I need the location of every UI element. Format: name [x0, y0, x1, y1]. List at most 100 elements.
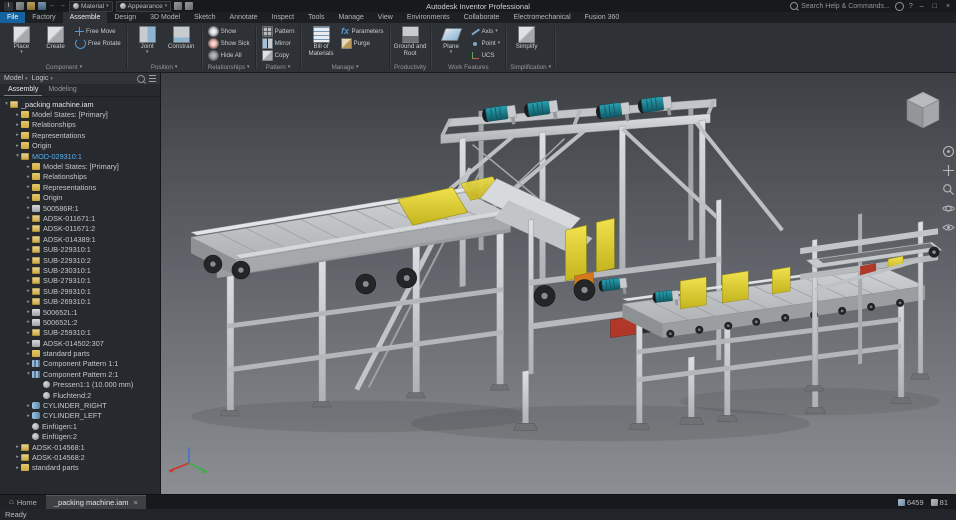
tree-item[interactable]: Einfügen:1 — [0, 421, 160, 431]
expander-icon[interactable]: ▸ — [14, 454, 21, 460]
tree-item[interactable]: ▸ SUB-229310:1 — [0, 244, 160, 254]
tree-item[interactable]: ▸ Component Pattern 1:1 — [0, 359, 160, 369]
expander-icon[interactable]: ▸ — [25, 267, 32, 273]
navigation-wheel-icon[interactable] — [942, 145, 955, 158]
group-label-position[interactable]: Position ▾ — [131, 62, 198, 72]
expander-icon[interactable]: ▸ — [25, 195, 32, 201]
appearance-select[interactable]: Appearance — [115, 0, 172, 12]
tree-item[interactable]: ▸ ADSK-011671:1 — [0, 213, 160, 223]
tab-3d-model[interactable]: 3D Model — [143, 12, 187, 23]
tree-item[interactable]: ▸ CYLINDER_RIGHT — [0, 400, 160, 410]
tree-item[interactable]: ▸ SUB-299310:1 — [0, 286, 160, 296]
tab-design[interactable]: Design — [107, 12, 143, 23]
expander-icon[interactable]: ▾ — [14, 153, 21, 159]
browser-pane-model[interactable]: Model — [4, 75, 28, 82]
viewport-canvas[interactable] — [161, 73, 956, 494]
expander-icon[interactable]: ▸ — [25, 164, 32, 170]
tree-item[interactable]: ▸ standard parts — [0, 348, 160, 358]
tree-item[interactable]: ▸ 500586R:1 — [0, 203, 160, 213]
place-button[interactable]: Place ▾ — [5, 24, 38, 55]
tree-item[interactable]: ▸ Model States: [Primary] — [0, 161, 160, 171]
constrain-button[interactable]: Constrain — [165, 24, 198, 50]
browser-tab-assembly[interactable]: Assembly — [4, 84, 43, 96]
pattern-button[interactable]: Pattern — [260, 26, 297, 37]
document-tab-active[interactable]: _packing machine.iam × — [45, 495, 146, 509]
browser-menu-icon[interactable] — [149, 75, 156, 82]
expander-icon[interactable]: ▸ — [25, 413, 32, 419]
tree-item[interactable]: ▸ CYLINDER_LEFT — [0, 411, 160, 421]
tab-manage[interactable]: Manage — [331, 12, 370, 23]
expander-icon[interactable]: ▾ — [25, 371, 32, 377]
group-label-productivity[interactable]: Productivity — [394, 62, 427, 72]
maximize-button[interactable]: □ — [931, 3, 939, 10]
create-button[interactable]: Create — [39, 24, 72, 50]
tree-item[interactable]: ▸ ADSK-014568:2 — [0, 452, 160, 462]
help-search-input[interactable]: Search Help & Commands... — [790, 2, 890, 10]
tree-item[interactable]: ▸ Origin — [0, 193, 160, 203]
user-avatar-icon[interactable] — [894, 1, 904, 11]
simplify-button[interactable]: Simplify — [510, 24, 543, 50]
tab-collaborate[interactable]: Collaborate — [457, 12, 507, 23]
new-file-icon[interactable] — [16, 2, 24, 10]
tree-item[interactable]: ▾ Component Pattern 2:1 — [0, 369, 160, 379]
expander-icon[interactable]: ▸ — [25, 340, 32, 346]
expander-icon[interactable]: ▸ — [25, 236, 32, 242]
expander-icon[interactable]: ▸ — [14, 143, 21, 149]
close-button[interactable]: × — [944, 3, 952, 10]
help-icon[interactable]: ? — [909, 3, 913, 10]
plane-button[interactable]: Plane ▾ — [435, 24, 468, 55]
tree-item[interactable]: ▸ Relationships — [0, 172, 160, 182]
tab-inspect[interactable]: Inspect — [265, 12, 302, 23]
tree-item[interactable]: ▸ ADSK-014389:1 — [0, 234, 160, 244]
expander-icon[interactable]: ▸ — [14, 122, 21, 128]
open-icon[interactable] — [27, 2, 35, 10]
free-move-button[interactable]: Free Move — [73, 26, 123, 37]
expander-icon[interactable]: ▸ — [25, 403, 32, 409]
home-tab[interactable]: Home — [0, 495, 46, 509]
tab-file[interactable]: File — [0, 12, 26, 23]
tree-item[interactable]: ▸ 500652L:2 — [0, 317, 160, 327]
parameters-button[interactable]: Parameters — [339, 26, 386, 37]
browser-tab-modeling[interactable]: Modeling — [44, 84, 80, 96]
material-select[interactable]: Material — [69, 0, 113, 12]
expander-icon[interactable]: ▸ — [25, 330, 32, 336]
pan-icon[interactable] — [942, 164, 955, 177]
tree-item[interactable]: ▾ MOD-029310:1 — [0, 151, 160, 161]
tab-annotate[interactable]: Annotate — [223, 12, 265, 23]
purge-button[interactable]: Purge — [339, 38, 386, 49]
tree-item[interactable]: ▸ standard parts — [0, 463, 160, 473]
machine-motor-5[interactable] — [597, 276, 629, 298]
group-label-relationships[interactable]: Relationships ▾ — [206, 62, 252, 72]
viewport[interactable] — [161, 73, 956, 494]
bill-of-materials-button[interactable]: Bill of Materials — [305, 24, 338, 57]
tree-item[interactable]: ▸ ADSK-014502:307 — [0, 338, 160, 348]
view-cube[interactable] — [900, 87, 946, 133]
tree-item[interactable]: ▸ ADSK-014568:1 — [0, 442, 160, 452]
tree-item[interactable]: ▸ ADSK-011671:2 — [0, 224, 160, 234]
tree-item[interactable]: ▸ 500652L:1 — [0, 307, 160, 317]
tab-environments[interactable]: Environments — [400, 12, 457, 23]
expander-icon[interactable]: ▾ — [3, 101, 10, 107]
machine-left-conveyor[interactable] — [190, 176, 516, 417]
expander-icon[interactable]: ▸ — [25, 215, 32, 221]
expander-icon[interactable]: ▸ — [14, 444, 21, 450]
tab-factory[interactable]: Factory — [25, 12, 62, 23]
expander-icon[interactable]: ▸ — [25, 174, 32, 180]
tree-item[interactable]: ▸ Relationships — [0, 120, 160, 130]
tree-item[interactable]: ▸ SUB-269310:1 — [0, 296, 160, 306]
tab-view[interactable]: View — [371, 12, 400, 23]
browser-search-icon[interactable] — [137, 74, 145, 83]
show-button[interactable]: Show — [206, 26, 252, 37]
expander-icon[interactable]: ▸ — [25, 247, 32, 253]
tree-item[interactable]: Einfügen:2 — [0, 432, 160, 442]
tree-item[interactable]: ▸ SUB-279310:1 — [0, 276, 160, 286]
tab-fusion-360[interactable]: Fusion 360 — [578, 12, 627, 23]
orbit-icon[interactable] — [942, 202, 955, 215]
expander-icon[interactable]: ▸ — [14, 132, 21, 138]
undo-icon[interactable]: ← — [49, 2, 56, 10]
mirror-button[interactable]: Mirror — [260, 38, 297, 49]
redo-icon[interactable]: → — [59, 2, 66, 10]
tree-item[interactable]: ▸ Origin — [0, 141, 160, 151]
group-label-pattern[interactable]: Pattern ▾ — [260, 62, 297, 72]
point-button[interactable]: Point ▾ — [469, 38, 503, 49]
